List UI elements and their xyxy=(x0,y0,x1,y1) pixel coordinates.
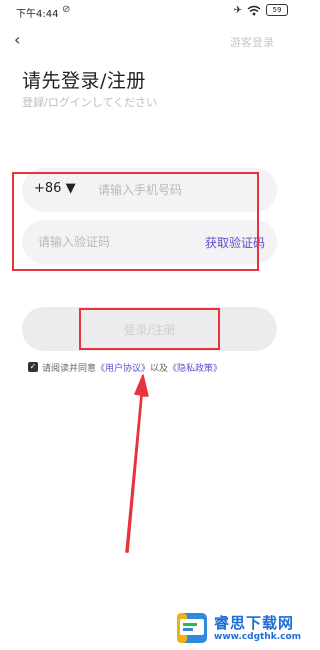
status-icons: ✈ 59 xyxy=(234,4,288,16)
wifi-icon xyxy=(247,5,261,15)
watermark-name: 睿思下载网 xyxy=(214,614,295,632)
privacy-policy-link[interactable]: 《隐私政策》 xyxy=(168,361,222,374)
watermark-url: www.cdgthk.com xyxy=(214,632,302,642)
guest-login-link[interactable]: 游客登录 xyxy=(230,34,274,50)
back-button[interactable]: ‹ xyxy=(14,30,34,50)
agree-checkbox[interactable]: ✓ xyxy=(28,362,38,372)
watermark: 睿思下载网 www.cdgthk.com xyxy=(176,610,302,650)
agreement-row: ✓ 请阅读并同意 《用户协议》 以及 《隐私政策》 xyxy=(28,360,288,374)
highlight-box-button xyxy=(79,308,220,350)
alarm-off-icon: ⊘ xyxy=(62,4,71,15)
battery-icon: 59 xyxy=(266,4,288,16)
status-bar: 下午4:44 ⊘ ✈ 59 xyxy=(0,0,300,24)
page-title: 请先登录/注册 xyxy=(22,70,146,92)
user-agreement-link[interactable]: 《用户协议》 xyxy=(96,361,150,374)
status-time: 下午4:44 xyxy=(16,9,59,20)
highlight-box-fields xyxy=(12,172,259,271)
watermark-logo-icon xyxy=(177,613,207,643)
page-subtitle: 登録/ログインしてください xyxy=(22,96,158,109)
agreement-conjunction: 以及 xyxy=(150,363,169,374)
top-nav: ‹ 游客登录 xyxy=(0,28,300,54)
airplane-icon: ✈ xyxy=(233,4,242,16)
agreement-prefix: 请阅读并同意 xyxy=(42,363,97,374)
